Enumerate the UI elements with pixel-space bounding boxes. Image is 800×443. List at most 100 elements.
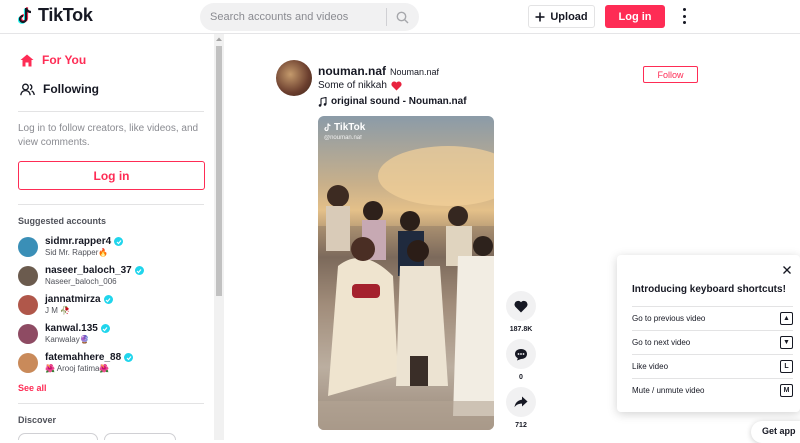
top-bar: TikTok Search accounts and videos Upload… [0,0,800,34]
account-nickname: Kanwalay🔮 [45,335,90,344]
post-author[interactable]: nouman.naf Nouman.naf [318,64,439,78]
shortcut-key: ▼ [780,336,793,349]
account-username: naseer_baloch_37 [45,265,132,276]
login-hint: Log in to follow creators, like videos, … [18,123,199,148]
sidebar: For You Following Log in to follow creat… [0,34,214,440]
dot [682,8,686,11]
account-username: jannatmirza [45,294,101,305]
avatar [18,236,38,257]
shortcut-row: Mute / unmute video M [632,378,793,402]
search-icon [396,11,408,23]
tiktok-logo[interactable]: TikTok [18,5,93,26]
avatar [18,265,38,286]
comment-action[interactable]: 0 [506,339,536,381]
shortcut-key: ▲ [780,312,793,325]
suggested-account[interactable]: naseer_baloch_37 Naseer_baloch_006 [18,265,144,286]
shortcut-label: Go to previous video [632,314,706,323]
suggested-account[interactable]: fatemahhere_88 🌺 Arooj fatima🌺 [18,352,134,373]
keyboard-shortcuts-popup: Introducing keyboard shortcuts! Go to pr… [617,255,800,412]
suggested-account[interactable]: jannatmirza J M 🥀 [18,294,113,315]
divider [18,403,204,404]
shortcut-label: Mute / unmute video [632,386,705,395]
account-nickname: J M 🥀 [45,306,71,315]
share-icon [514,396,528,408]
comment-icon [515,348,527,360]
shortcut-row: Go to next video ▼ [632,330,793,354]
sidebar-item-for-you[interactable]: For You [20,53,86,67]
follow-button[interactable]: Follow [643,66,698,83]
dot [682,21,686,24]
upload-label: Upload [550,10,588,23]
account-username: fatemahhere_88 [45,352,122,363]
shortcut-key: L [780,360,793,373]
account-username: sidmr.rapper4 [45,236,112,247]
upload-button[interactable]: Upload [528,5,595,28]
popup-title: Introducing keyboard shortcuts! [632,284,786,295]
caption-text: Some of nikkah [318,80,387,91]
sidebar-login-button[interactable]: Log in [18,161,205,190]
verified-icon [134,266,144,275]
like-button[interactable] [506,291,536,321]
discover-title: Discover [18,415,57,425]
tiktok-watermark-icon [324,123,331,132]
plus-icon [535,12,545,21]
brand-name: TikTok [38,5,93,25]
music-note-icon [318,96,327,107]
shortcut-row: Go to previous video ▲ [632,306,793,330]
heart-icon [514,300,528,312]
users-icon [20,83,35,95]
divider [18,111,204,112]
like-action[interactable]: 187.8K [506,291,536,333]
suggested-account[interactable]: sidmr.rapper4 Sid Mr. Rapper🔥 [18,236,124,257]
video-player[interactable]: TikTok @nouman.naf [318,116,494,430]
search-bar[interactable]: Search accounts and videos [200,3,419,31]
home-icon [20,54,34,66]
tiktok-logo-icon [18,6,32,24]
suggested-accounts-title: Suggested accounts [18,216,107,226]
shortcut-key: M [780,384,793,397]
header-login-button[interactable]: Log in [605,5,665,28]
comment-button[interactable] [506,339,536,369]
share-action[interactable]: 712 [506,387,536,429]
avatar [18,323,38,344]
shortcut-label: Like video [632,362,669,371]
music-title: original sound - Nouman.naf [331,96,467,107]
video-thumbnail-scene [318,146,494,430]
music-link[interactable]: original sound - Nouman.naf [318,96,467,107]
scrollbar-thumb[interactable] [216,46,222,296]
discover-tag[interactable] [104,433,176,440]
verified-icon [100,324,110,333]
search-button[interactable] [387,11,417,24]
account-nickname: Sid Mr. Rapper🔥 [45,248,109,257]
see-all-link[interactable]: See all [18,383,47,393]
account-nickname: Naseer_baloch_006 [45,277,117,286]
more-menu-icon[interactable] [680,8,688,24]
verified-icon [103,295,113,304]
scroll-up-arrow-icon[interactable] [215,36,223,42]
post-author-avatar[interactable] [276,60,312,96]
shortcut-label: Go to next video [632,338,691,347]
sidebar-item-following[interactable]: Following [20,82,99,96]
watermark-brand: TikTok [334,122,366,133]
avatar [18,294,38,315]
watermark-handle: @nouman.naf [324,135,362,141]
video-watermark: TikTok @nouman.naf [324,122,365,141]
post-caption: Some of nikkah [318,80,402,91]
discover-tag[interactable] [18,433,98,440]
search-input[interactable]: Search accounts and videos [200,11,386,23]
sidebar-scrollbar[interactable] [214,34,224,440]
account-nickname: 🌺 Arooj fatima🌺 [45,364,110,373]
sidebar-item-label: For You [42,53,87,67]
close-icon[interactable] [782,265,792,275]
avatar [18,352,38,373]
like-count: 187.8K [509,326,533,333]
post-username[interactable]: nouman.naf [318,64,386,78]
dot [682,14,686,18]
comment-count: 0 [519,374,523,381]
post-nickname: Nouman.naf [390,67,440,77]
divider [18,204,204,205]
sidebar-item-label: Following [43,82,99,96]
share-count: 712 [515,422,527,429]
share-button[interactable] [506,387,536,417]
suggested-account[interactable]: kanwal.135 Kanwalay🔮 [18,323,110,344]
